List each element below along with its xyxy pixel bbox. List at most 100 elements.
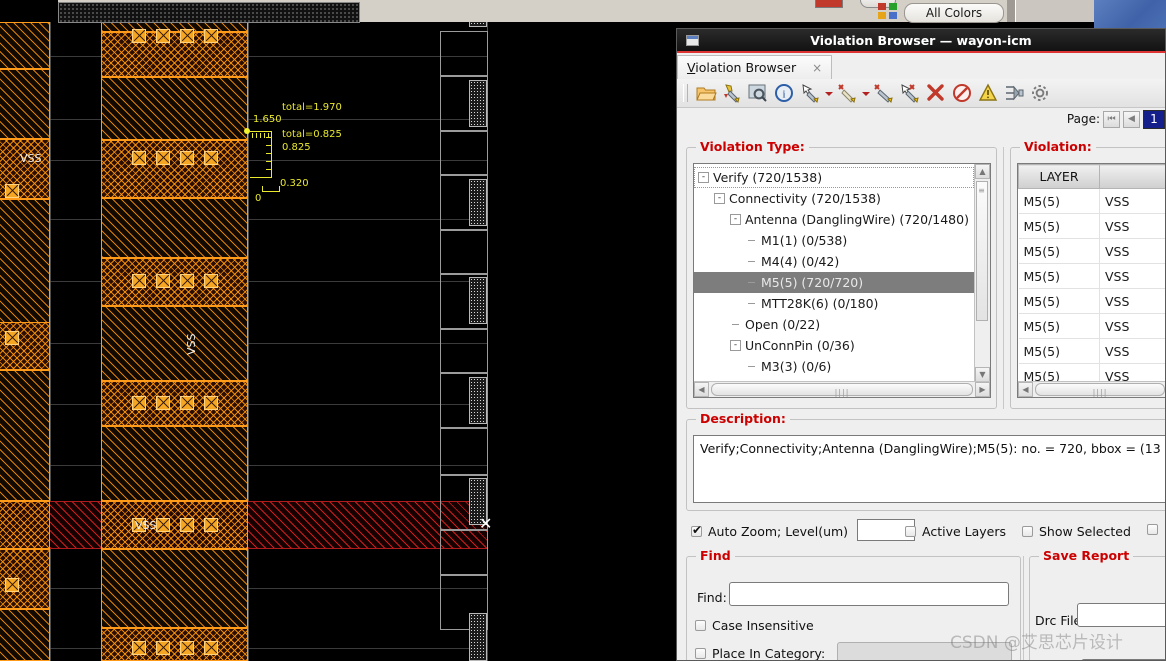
delete-all-icon[interactable] [925, 82, 947, 104]
toolbar-drag-handle[interactable] [683, 84, 688, 102]
table-row[interactable]: M5(5)VSS [1019, 189, 1166, 214]
tree-expand-toggle[interactable]: - [698, 172, 709, 183]
toolbar-red-button[interactable] [815, 0, 843, 8]
chevron-down-icon[interactable] [825, 82, 832, 104]
tree-node[interactable]: -UnConnPin (0/36) [694, 335, 974, 356]
tree-vertical-scrollbar[interactable]: ▲ ≡ ▼ [974, 164, 990, 382]
options-row[interactable]: Auto Zoom; Level(um) [691, 524, 848, 539]
chevron-down-icon[interactable] [862, 82, 869, 104]
table-header-row: LAYER [1019, 165, 1166, 189]
table-row[interactable]: M5(5)VSS [1019, 314, 1166, 339]
info-icon[interactable]: i [773, 82, 795, 104]
scroll-thumb[interactable]: ≡ [976, 181, 988, 321]
toolbar[interactable]: i [677, 79, 1165, 108]
desktop-background [1094, 0, 1166, 30]
tree-node[interactable]: Open (0/22) [694, 314, 974, 335]
tree-node[interactable]: -Antenna (DanglingWire) (720/1480) [694, 209, 974, 230]
tree-expand-toggle[interactable]: - [730, 214, 741, 225]
color-palette-grid[interactable] [878, 3, 900, 21]
pin-shape [469, 613, 487, 661]
settings-gear-icon[interactable] [1029, 82, 1051, 104]
error-icon[interactable] [951, 82, 973, 104]
pager[interactable]: Page: ⏮ ◀ 1 [677, 108, 1165, 130]
violation-type-title: Violation Type: [696, 139, 809, 154]
violation-type-tree[interactable]: -Verify (720/1538)-Connectivity (720/153… [693, 163, 991, 398]
tree-body[interactable]: -Verify (720/1538)-Connectivity (720/153… [694, 164, 990, 398]
violation-band-left [0, 501, 50, 549]
pager-first-button[interactable]: ⏮ [1103, 111, 1120, 128]
via-shape [204, 151, 218, 165]
scroll-thumb-h[interactable]: |||| [1035, 383, 1165, 396]
auto-zoom-checkbox[interactable] [691, 526, 702, 537]
extra-option-checkbox[interactable] [1147, 524, 1158, 535]
case-insensitive-label: Case Insensitive [712, 618, 814, 633]
open-folder-icon[interactable] [695, 82, 717, 104]
tree-node[interactable]: MTT28K(6) (0/180) [694, 293, 974, 314]
tree-node[interactable]: -Connectivity (720/1538) [694, 188, 974, 209]
scroll-thumb-h[interactable]: |||| [711, 383, 973, 396]
scroll-right-arrow[interactable]: ▶ [975, 382, 990, 397]
place-in-category-row[interactable]: Place In Category: [695, 646, 825, 661]
mark-fixed-icon[interactable] [899, 82, 921, 104]
drc-file-input[interactable] [1077, 603, 1166, 627]
table-column-header[interactable] [1100, 165, 1166, 189]
table-row[interactable]: M5(5)VSS [1019, 339, 1166, 364]
case-insensitive-row[interactable]: Case Insensitive [695, 618, 814, 633]
show-selected-row[interactable]: Show Selected [1022, 524, 1131, 539]
window-title-bar[interactable]: Violation Browser — wayon-icm [677, 29, 1165, 51]
tree-node[interactable]: M3(3) (0/6) [694, 356, 974, 377]
table-horizontal-scrollbar[interactable]: ◀ |||| ▶ [1018, 381, 1166, 397]
table-row[interactable]: M5(5)VSS [1019, 264, 1166, 289]
find-input[interactable] [729, 582, 1009, 606]
description-text[interactable]: Verify;Connectivity;Antenna (DanglingWir… [693, 435, 1166, 503]
place-in-category-checkbox[interactable] [695, 648, 706, 659]
active-layers-checkbox[interactable] [905, 526, 916, 537]
scroll-track[interactable]: |||| [709, 383, 975, 396]
ruler-lower-line [262, 191, 280, 192]
table-row[interactable]: M5(5)VSS [1019, 239, 1166, 264]
panel-splitter[interactable] [1003, 147, 1004, 409]
select-marker-icon[interactable] [799, 82, 821, 104]
scroll-down-arrow[interactable]: ▼ [975, 367, 990, 382]
pager-prev-button[interactable]: ◀ [1123, 111, 1140, 128]
net-label-vss-vertical: VSS [185, 334, 198, 356]
warning-icon[interactable] [977, 82, 999, 104]
tree-node[interactable]: -Verify (720/1538) [694, 167, 974, 188]
layer-pattern-swatch[interactable] [58, 2, 360, 23]
scroll-left-arrow[interactable]: ◀ [694, 382, 709, 397]
case-insensitive-checkbox[interactable] [695, 620, 706, 631]
scroll-track[interactable]: |||| [1033, 383, 1166, 396]
show-selected-checkbox[interactable] [1022, 526, 1033, 537]
table-column-header[interactable]: LAYER [1019, 165, 1100, 189]
all-colors-button[interactable]: All Colors [904, 3, 1004, 23]
zoom-region-icon[interactable] [747, 82, 769, 104]
table-body[interactable]: M5(5)VSSM5(5)VSSM5(5)VSSM5(5)VSSM5(5)VSS… [1019, 189, 1166, 389]
tree-node[interactable]: M1(1) (0/538) [694, 230, 974, 251]
pager-current-page[interactable]: 1 [1143, 110, 1165, 129]
tree-node[interactable]: M4(4) (0/42) [694, 251, 974, 272]
violation-browser-window[interactable]: Violation Browser — wayon-icm Violation … [676, 28, 1166, 661]
scroll-left-arrow[interactable]: ◀ [1018, 382, 1033, 397]
tree-horizontal-scrollbar[interactable]: ◀ |||| ▶ [694, 381, 990, 397]
filter-icon[interactable] [1003, 82, 1025, 104]
tree-node[interactable]: M5(5) (720/720) [694, 272, 974, 293]
tab-violation-browser[interactable]: Violation Browser × [677, 55, 832, 79]
tree-expand-toggle[interactable]: - [730, 340, 741, 351]
scroll-up-arrow[interactable]: ▲ [975, 164, 990, 179]
tab-bar[interactable]: Violation Browser × [677, 51, 1165, 79]
highlight-warning-icon[interactable] [721, 82, 743, 104]
table-row[interactable]: M5(5)VSS [1019, 289, 1166, 314]
extra-option-row[interactable] [1147, 524, 1158, 535]
via-shape [180, 151, 194, 165]
violation-table-frame[interactable]: LAYER M5(5)VSSM5(5)VSSM5(5)VSSM5(5)VSSM5… [1017, 163, 1166, 398]
delete-marker-icon[interactable] [873, 82, 895, 104]
clear-marker-icon[interactable] [836, 82, 858, 104]
active-layers-label: Active Layers [922, 524, 1006, 539]
metal-stripe-left [0, 609, 50, 661]
violation-table[interactable]: LAYER M5(5)VSSM5(5)VSSM5(5)VSSM5(5)VSSM5… [1018, 164, 1166, 389]
table-row[interactable]: M5(5)VSS [1019, 214, 1166, 239]
tree-expand-toggle[interactable]: - [714, 193, 725, 204]
active-layers-row[interactable]: Active Layers [905, 524, 1006, 539]
tab-close-icon[interactable]: × [812, 61, 822, 75]
app-toolbar[interactable]: All Colors [0, 0, 1166, 22]
